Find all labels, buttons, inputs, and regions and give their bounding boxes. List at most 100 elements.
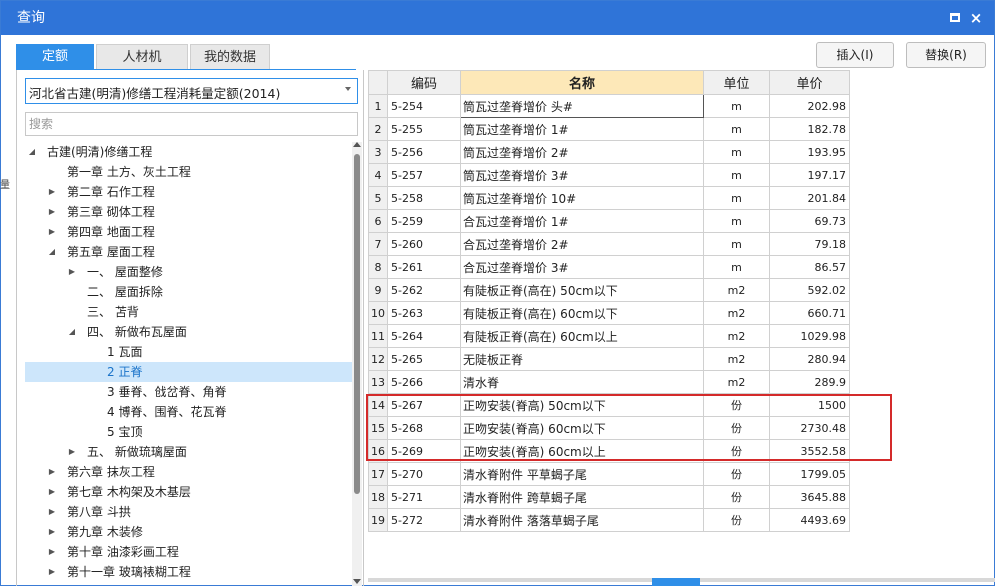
expand-arrow-icon[interactable]: ▶ xyxy=(47,562,57,582)
tree-item[interactable]: ▶ 第六章 抹灰工程 xyxy=(25,462,352,482)
row-number: 5 xyxy=(368,186,388,210)
cell-price: 3645.88 xyxy=(769,485,850,509)
expand-arrow-icon[interactable]: ▶ xyxy=(47,182,57,202)
tree-item[interactable]: ▶ 第七章 木构架及木基层 xyxy=(25,482,352,502)
tree-item-label: 1 瓦面 xyxy=(107,345,143,359)
collapse-arrow-icon[interactable]: ◢ xyxy=(47,242,57,262)
tree-item[interactable]: ▶ 第三章 砌体工程 xyxy=(25,202,352,222)
tree-item[interactable]: ▶ 五、 新做琉璃屋面 xyxy=(25,442,352,462)
table-row[interactable]: 4 5-257 筒瓦过垄脊增价 3# m 197.17 xyxy=(368,163,850,187)
insert-button[interactable]: 插入(I) xyxy=(816,42,894,68)
cell-price: 69.73 xyxy=(769,209,850,233)
column-header-unit[interactable]: 单位 xyxy=(703,70,770,95)
tree-item[interactable]: ▶ 第四章 地面工程 xyxy=(25,222,352,242)
window-title: 查询 xyxy=(17,10,45,26)
table-row[interactable]: 7 5-260 合瓦过垄脊增价 2# m 79.18 xyxy=(368,232,850,256)
row-number: 1 xyxy=(368,94,388,118)
table-row[interactable]: 1 5-254 筒瓦过垄脊增价 头# m 202.98 xyxy=(368,94,850,118)
tree-item[interactable]: 5 宝顶 xyxy=(25,422,352,442)
search-input[interactable] xyxy=(26,113,357,135)
expand-arrow-icon[interactable]: ▶ xyxy=(47,462,57,482)
search-box[interactable] xyxy=(25,112,358,136)
table-row[interactable]: 15 5-268 正吻安装(脊高) 60cm以下份 2730.48 xyxy=(368,416,850,440)
cell-code: 5-262 xyxy=(387,278,461,302)
cell-name: 有陡板正脊(高在) 60cm以上 xyxy=(460,324,704,348)
column-header-name[interactable]: 名称 xyxy=(460,70,704,95)
tree-item-label: 2 正脊 xyxy=(107,365,143,379)
table-row[interactable]: 18 5-271 清水脊附件 跨草蝎子尾份 3645.88 xyxy=(368,485,850,509)
replace-button[interactable]: 替换(R) xyxy=(906,42,986,68)
cell-code: 5-266 xyxy=(387,370,461,394)
table-row[interactable]: 11 5-264 有陡板正脊(高在) 60cm以上 m2 1029.98 xyxy=(368,324,850,348)
cell-code: 5-260 xyxy=(387,232,461,256)
tree-item[interactable]: ◢ 古建(明清)修缮工程 xyxy=(25,142,352,162)
tree-item[interactable]: 3 垂脊、戗岔脊、角脊 xyxy=(25,382,352,402)
tree-item[interactable]: 4 博脊、围脊、花瓦脊 xyxy=(25,402,352,422)
table-row[interactable]: 3 5-256 筒瓦过垄脊增价 2# m 193.95 xyxy=(368,140,850,164)
collapse-arrow-icon[interactable]: ◢ xyxy=(67,322,77,342)
expand-arrow-icon[interactable]: ▶ xyxy=(47,542,57,562)
close-button[interactable]: × xyxy=(969,11,983,26)
tree-item[interactable]: 三、 苫背 xyxy=(25,302,352,322)
library-select[interactable]: 河北省古建(明清)修缮工程消耗量定额(2014) xyxy=(25,78,358,104)
table-row[interactable]: 5 5-258 筒瓦过垄脊增价 10# m 201.84 xyxy=(368,186,850,210)
table-row[interactable]: 19 5-272 清水脊附件 落落草蝎子尾份 4493.69 xyxy=(368,508,850,532)
tree-item[interactable]: 二、 屋面拆除 xyxy=(25,282,352,302)
cell-price: 197.17 xyxy=(769,163,850,187)
scroll-down-icon[interactable] xyxy=(353,579,361,584)
expand-arrow-icon[interactable]: ▶ xyxy=(47,202,57,222)
tree-item[interactable]: ▶ 第十章 油漆彩画工程 xyxy=(25,542,352,562)
expand-arrow-icon[interactable]: ▶ xyxy=(67,442,77,462)
tree-item[interactable]: ▶ 第二章 石作工程 xyxy=(25,182,352,202)
table-row[interactable]: 9 5-262 有陡板正脊(高在) 50cm以下 m2 592.02 xyxy=(368,278,850,302)
scroll-up-icon[interactable] xyxy=(353,142,361,147)
table-row[interactable]: 16 5-269 正吻安装(脊高) 60cm以上份 3552.58 xyxy=(368,439,850,463)
scroll-thumb[interactable] xyxy=(354,154,360,494)
cell-name: 有陡板正脊(高在) 50cm以下 xyxy=(460,278,704,302)
expand-arrow-icon[interactable]: ▶ xyxy=(67,262,77,282)
table-row[interactable]: 17 5-270 清水脊附件 平草蝎子尾份 1799.05 xyxy=(368,462,850,486)
table-row[interactable]: 8 5-261 合瓦过垄脊增价 3# m 86.57 xyxy=(368,255,850,279)
tree-item-label: 3 垂脊、戗岔脊、角脊 xyxy=(107,385,227,399)
expand-arrow-icon[interactable]: ▶ xyxy=(47,522,57,542)
quota-grid: 编码 名称 单位 单价 1 5-254 筒瓦过垄脊增价 头# m 202.98 2 5-25… xyxy=(368,70,850,532)
tree-item[interactable]: ▶ 第十一章 玻璃裱糊工程 xyxy=(25,562,352,582)
maximize-button[interactable] xyxy=(948,11,962,25)
tree-item[interactable]: ◢ 四、 新做布瓦屋面 xyxy=(25,322,352,342)
cell-name: 合瓦过垄脊增价 3# xyxy=(460,255,704,279)
tree-item[interactable]: ▶ 第八章 斗拱 xyxy=(25,502,352,522)
cell-name: 筒瓦过垄脊增价 1# xyxy=(460,117,704,141)
tree-item[interactable]: ▶ 一、 屋面整修 xyxy=(25,262,352,282)
tree-item[interactable]: 1 瓦面 xyxy=(25,342,352,362)
tree-item-label: 二、 屋面拆除 xyxy=(87,285,163,299)
expand-arrow-icon[interactable]: ▶ xyxy=(47,502,57,522)
table-row[interactable]: 6 5-259 合瓦过垄脊增价 1# m 69.73 xyxy=(368,209,850,233)
row-number: 9 xyxy=(368,278,388,302)
table-row[interactable]: 2 5-255 筒瓦过垄脊增价 1# m 182.78 xyxy=(368,117,850,141)
tab-materials[interactable]: 人材机 xyxy=(96,44,188,70)
tree-item[interactable]: ◢ 第五章 屋面工程 xyxy=(25,242,352,262)
expand-arrow-icon[interactable]: ▶ xyxy=(47,222,57,242)
tree-item[interactable]: ▶ 第九章 木装修 xyxy=(25,522,352,542)
cell-unit: 份 xyxy=(703,439,770,463)
expand-arrow-icon[interactable]: ▶ xyxy=(47,482,57,502)
tab-quota[interactable]: 定额 xyxy=(16,44,94,70)
tree-item-label: 5 宝顶 xyxy=(107,425,143,439)
table-row[interactable]: 10 5-263 有陡板正脊(高在) 60cm以下 m2 660.71 xyxy=(368,301,850,325)
cell-name: 有陡板正脊(高在) 60cm以下 xyxy=(460,301,704,325)
table-row[interactable]: 14 5-267 正吻安装(脊高) 50cm以下份 1500 xyxy=(368,393,850,417)
cell-unit: m xyxy=(703,186,770,210)
table-row[interactable]: 13 5-266 清水脊 m2 289.9 xyxy=(368,370,850,394)
tree-scrollbar[interactable] xyxy=(352,142,362,586)
tree-item[interactable]: 2 正脊 xyxy=(25,362,352,382)
tree-item[interactable]: 第一章 土方、灰土工程 xyxy=(25,162,352,182)
column-header-price[interactable]: 单价 xyxy=(769,70,850,95)
table-row[interactable]: 12 5-265 无陡板正脊 m2 280.94 xyxy=(368,347,850,371)
row-number: 3 xyxy=(368,140,388,164)
cell-code: 5-256 xyxy=(387,140,461,164)
collapse-arrow-icon[interactable]: ◢ xyxy=(27,142,37,162)
splitter-handle[interactable] xyxy=(652,578,700,586)
tab-my-data[interactable]: 我的数据 xyxy=(190,44,270,70)
column-header-code[interactable]: 编码 xyxy=(387,70,461,95)
row-number: 18 xyxy=(368,485,388,509)
